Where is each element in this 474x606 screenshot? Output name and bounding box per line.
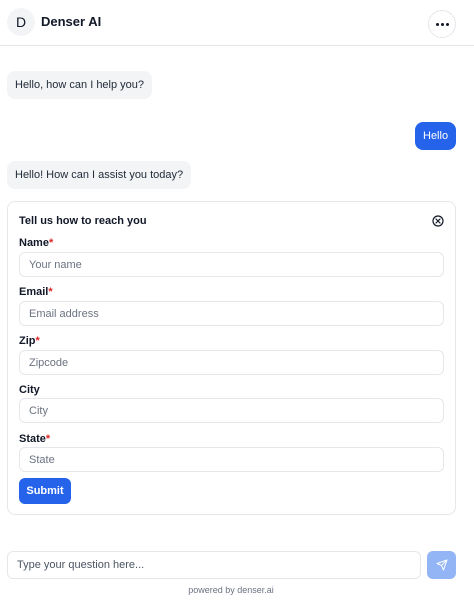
state-input[interactable] [19, 447, 444, 472]
bot-message: Hello! How can I assist you today? [7, 161, 192, 189]
required-marker: * [45, 433, 51, 445]
avatar-letter: D [15, 14, 27, 30]
email-input[interactable] [19, 301, 444, 326]
required-marker: * [48, 286, 53, 298]
powered-by: powered by denser.ai [188, 585, 274, 595]
send-icon [436, 559, 447, 571]
required-marker: * [48, 237, 54, 249]
name-label: Name* [19, 237, 54, 249]
state-label: State* [19, 433, 51, 445]
city-label: City [19, 384, 40, 396]
city-input[interactable] [19, 398, 444, 423]
required-marker: * [35, 335, 40, 347]
contact-form: Tell us how to reach you Name* Email* Zi… [7, 201, 456, 515]
chat-header: D Denser AI [0, 0, 474, 46]
avatar: D [7, 8, 35, 36]
app-title: Denser AI [41, 14, 102, 29]
form-title: Tell us how to reach you [19, 215, 147, 227]
more-horizontal-icon [435, 22, 449, 26]
submit-button[interactable]: Submit [19, 478, 71, 504]
close-circle-icon[interactable] [432, 215, 444, 227]
menu-button[interactable] [428, 10, 456, 38]
name-input[interactable] [19, 252, 444, 277]
send-button[interactable] [427, 551, 456, 579]
bot-message: Hello, how can I help you? [7, 71, 153, 99]
email-label: Email* [19, 286, 53, 298]
user-message: Hello [415, 122, 457, 150]
zip-label: Zip* [19, 335, 40, 347]
zip-input[interactable] [19, 350, 444, 375]
chat-input[interactable] [7, 551, 421, 579]
